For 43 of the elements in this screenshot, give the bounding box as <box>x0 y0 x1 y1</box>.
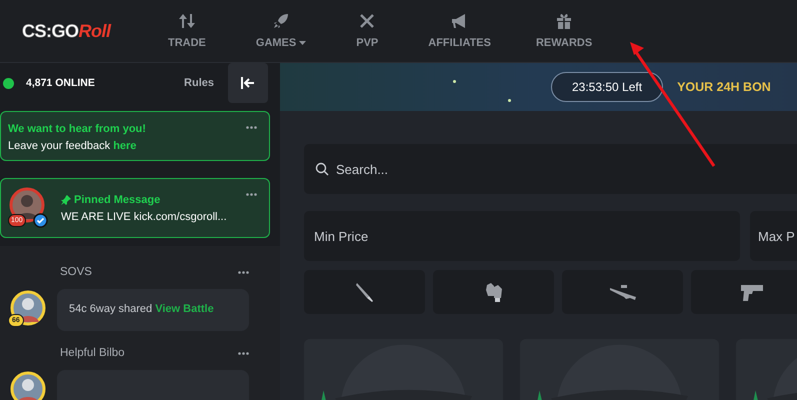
banner-headline: YOUR 24H BON <box>677 80 771 94</box>
nav-link[interactable]: GAMES <box>256 13 306 49</box>
online-status-dot <box>3 78 14 88</box>
arrows-icon <box>178 13 195 29</box>
pin-icon <box>61 194 71 204</box>
pistol-icon <box>740 282 764 302</box>
nav-link[interactable]: TRADE <box>168 13 206 49</box>
rocket-icon <box>273 13 290 29</box>
search-icon <box>315 162 329 176</box>
more-icon[interactable] <box>246 193 257 196</box>
pinned-text: WE ARE LIVE kick.com/csgoroll... <box>61 210 227 222</box>
username[interactable]: Helpful Bilbo <box>60 347 125 359</box>
logo[interactable]: CS:GORoll <box>22 20 110 42</box>
collapse-button[interactable] <box>228 63 268 103</box>
view-battle-link[interactable]: View Battle <box>155 303 214 315</box>
min-price-field[interactable]: Min Price <box>304 211 740 261</box>
nav-link[interactable]: REWARDS <box>536 13 592 49</box>
nav-link[interactable]: PVP <box>356 13 378 49</box>
more-icon[interactable] <box>238 352 249 354</box>
pinned-title: Pinned Message <box>61 194 160 206</box>
avatar <box>10 371 46 400</box>
online-count: 4,871 ONLINE <box>26 77 95 89</box>
collapse-icon <box>241 77 255 89</box>
more-icon[interactable] <box>238 270 249 274</box>
message-bubble: 54c 6way shared View Battle <box>57 289 249 331</box>
more-icon[interactable] <box>246 126 257 129</box>
nav-link[interactable]: AFFILIATES <box>428 13 491 49</box>
knife-icon <box>354 281 376 303</box>
gloves-filter-button[interactable] <box>433 270 554 314</box>
username[interactable]: SOVS <box>60 266 92 278</box>
caret-icon <box>299 41 306 45</box>
feedback-link[interactable]: here <box>113 140 136 152</box>
rules-link[interactable]: Rules <box>184 77 214 89</box>
rifle-icon <box>608 283 636 301</box>
countdown-timer: 23:53:50 Left <box>551 72 664 102</box>
max-price-field[interactable]: Max P <box>750 211 797 261</box>
gloves-icon <box>484 281 504 303</box>
feedback-title: We want to hear from you! <box>8 123 146 135</box>
avatar <box>10 290 46 326</box>
feedback-text: Leave your feedback here <box>8 140 138 152</box>
pistol-filter-button[interactable] <box>691 270 797 314</box>
gift-icon <box>556 13 572 29</box>
search-field[interactable]: Search... <box>304 144 797 194</box>
